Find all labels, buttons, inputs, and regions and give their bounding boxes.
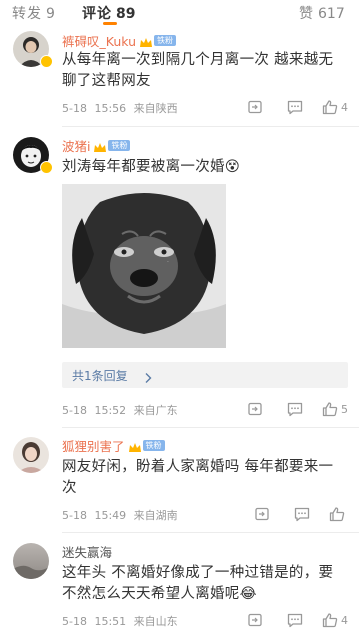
comment-date: 5-18 <box>62 615 87 628</box>
like-count: 4 <box>341 613 348 627</box>
username[interactable]: 迷失赢海 <box>62 542 112 561</box>
comment-item: 迷失赢海 这年头 不离婚好像成了一种过错是的，要不然怎么天天希望人离婚呢😂 5-… <box>0 0 359 640</box>
avatar[interactable] <box>13 543 49 579</box>
reply-icon[interactable] <box>286 611 304 629</box>
thumbs-up-icon <box>322 612 338 627</box>
comment-actions: 4 <box>224 611 348 629</box>
like-button[interactable]: 4 <box>322 612 348 628</box>
comment-text[interactable]: 这年头 不离婚好像成了一种过错是的，要不然怎么天天希望人离婚呢😂 <box>62 563 348 605</box>
comment-meta: 5-18 15:51 来自山东 <box>62 613 178 629</box>
comment-time: 15:51 <box>94 615 127 628</box>
share-icon[interactable] <box>246 611 264 629</box>
comment-location: 来自山东 <box>133 615 178 628</box>
username-row: 迷失赢海 <box>62 542 112 561</box>
